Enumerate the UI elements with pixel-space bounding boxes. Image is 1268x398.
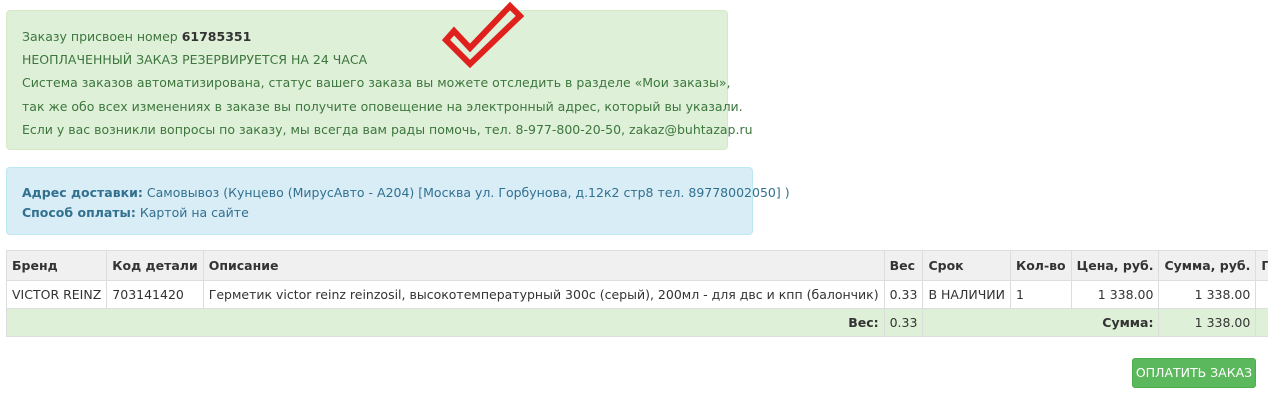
pay-order-button[interactable]: ОПЛАТИТЬ ЗАКАЗ [1132, 358, 1256, 388]
delivery-info-alert: Адрес доставки: Самовывоз (Кунцево (Миру… [6, 167, 790, 235]
payment-method: Способ оплаты: Картой на сайте [22, 204, 249, 220]
order-number: 61785351 [181, 29, 252, 44]
system-info-line: Система заказов автоматизирована, статус… [22, 75, 731, 91]
contact-info-line: Если у вас возникли вопросы по заказу, м… [22, 121, 753, 137]
order-items-table: Бренд Код детали Описание Вес Срок Кол-в… [5, 250, 1268, 337]
column-header-code: Код детали [106, 250, 204, 281]
table-total-row: Вес: 0.33 Сумма: 1 338.00 [6, 308, 1268, 337]
cell-code: 703141420 [106, 280, 204, 309]
order-number-line: Заказу присвоен номер 61785351 [22, 29, 252, 44]
cell-description: Герметик victor reinz reinzosil, высокот… [202, 280, 885, 309]
cell-price: 1 338.00 [1070, 280, 1160, 309]
reserve-notice: НЕОПЛАЧЕННЫЙ ЗАКАЗ РЕЗЕРВИРУЕТСЯ НА 24 Ч… [22, 52, 368, 68]
cell-brand: VICTOR REINZ [5, 280, 108, 309]
column-header-note: Прим. [1255, 250, 1268, 281]
total-sum-label: Сумма: [922, 308, 1160, 337]
notify-info-line: так же обо всех изменениях в заказе вы п… [22, 98, 743, 114]
column-header-qty: Кол-во [1009, 250, 1072, 281]
column-header-description: Описание [202, 250, 885, 281]
total-weight-label: Вес: [6, 308, 885, 337]
delivery-address: Адрес доставки: Самовывоз (Кунцево (Миру… [22, 185, 790, 200]
column-header-term: Срок [922, 250, 1011, 281]
table-header-row: Бренд Код детали Описание Вес Срок Кол-в… [5, 250, 1268, 281]
order-success-alert: Заказу присвоен номер 61785351 НЕОПЛАЧЕН… [6, 10, 753, 150]
total-weight-value: 0.33 [883, 308, 924, 337]
column-header-brand: Бренд [5, 250, 108, 281]
cell-qty: 1 [1009, 280, 1072, 309]
cell-term: В НАЛИЧИИ [922, 280, 1011, 309]
column-header-sum: Сумма, руб. [1158, 250, 1257, 281]
cell-sum: 1 338.00 [1158, 280, 1257, 309]
table-row: VICTOR REINZ 703141420 Герметик victor r… [5, 280, 1268, 309]
total-sum-value: 1 338.00 [1158, 308, 1257, 337]
cell-note [1255, 280, 1268, 309]
checkmark-icon [441, 1, 524, 68]
column-header-price: Цена, руб. [1070, 250, 1160, 281]
total-empty-cell [1255, 308, 1268, 337]
cell-weight: 0.33 [883, 280, 924, 309]
column-header-weight: Вес [883, 250, 924, 281]
